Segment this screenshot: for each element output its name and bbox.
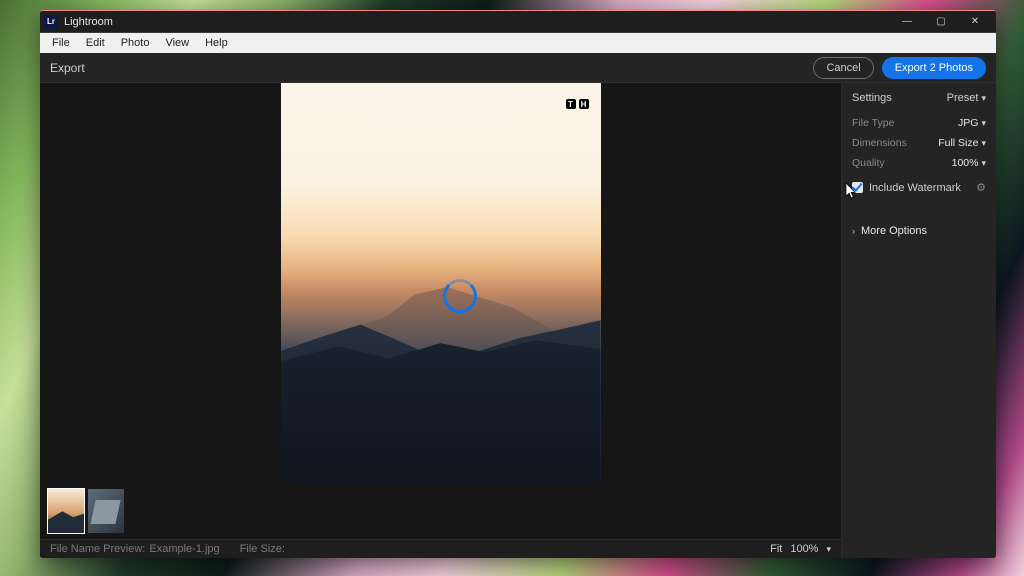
status-bar: File Name Preview: Example-1.jpg File Si… xyxy=(40,539,841,558)
chevron-down-icon: ▾ xyxy=(981,158,986,169)
menu-edit[interactable]: Edit xyxy=(78,35,113,51)
menu-photo[interactable]: Photo xyxy=(113,35,158,51)
app-title: Lightroom xyxy=(64,16,113,28)
filetype-label: File Type xyxy=(852,117,894,129)
filetype-value: JPG xyxy=(958,117,978,129)
watermark-chip-h: H xyxy=(579,99,589,109)
mountain-layer-front xyxy=(281,331,601,483)
loading-spinner-icon xyxy=(443,279,477,313)
preview-photo[interactable]: T H xyxy=(281,83,601,483)
include-watermark-checkbox[interactable] xyxy=(852,182,863,193)
quality-dropdown[interactable]: 100% ▾ xyxy=(952,157,986,169)
body-area: T H File Name xyxy=(40,83,996,558)
chevron-down-icon[interactable]: ▾ xyxy=(826,544,831,555)
settings-panel: Settings Preset ▾ File Type JPG ▾ Dimens… xyxy=(842,83,996,558)
app-icon: Lr xyxy=(44,15,58,29)
export-toolbar: Export Cancel Export 2 Photos xyxy=(40,53,996,83)
include-watermark-label: Include Watermark xyxy=(869,182,961,194)
quality-value: 100% xyxy=(952,157,979,169)
more-options-row[interactable]: › More Options xyxy=(842,216,996,246)
dimensions-label: Dimensions xyxy=(852,137,907,149)
menu-file[interactable]: File xyxy=(44,35,78,51)
menu-view[interactable]: View xyxy=(157,35,197,51)
gear-icon[interactable]: ⚙ xyxy=(976,181,986,194)
watermark-chip-t: T xyxy=(566,99,576,109)
export-button[interactable]: Export 2 Photos xyxy=(882,57,986,79)
desktop-background: Lr Lightroom — ▢ ✕ File Edit Photo View … xyxy=(0,0,1024,576)
close-button[interactable]: ✕ xyxy=(958,11,992,33)
cancel-button[interactable]: Cancel xyxy=(813,57,873,79)
filetype-dropdown[interactable]: JPG ▾ xyxy=(958,117,986,129)
title-bar: Lr Lightroom — ▢ ✕ xyxy=(40,11,996,33)
filename-preview-value: Example-1.jpg xyxy=(149,543,219,555)
zoom-value[interactable]: 100% xyxy=(790,543,818,555)
settings-header: Settings xyxy=(852,92,892,104)
window-controls: — ▢ ✕ xyxy=(890,11,992,33)
thumbnail-2[interactable] xyxy=(88,489,124,533)
chevron-down-icon: ▾ xyxy=(981,138,986,149)
thumbnail-1[interactable] xyxy=(48,489,84,533)
menu-help[interactable]: Help xyxy=(197,35,236,51)
minimize-button[interactable]: — xyxy=(890,11,924,33)
preset-label: Preset xyxy=(947,92,979,104)
quality-label: Quality xyxy=(852,157,885,169)
chevron-down-icon: ▾ xyxy=(981,93,986,104)
app-window: Lr Lightroom — ▢ ✕ File Edit Photo View … xyxy=(40,10,996,558)
dimensions-value: Full Size xyxy=(938,137,978,149)
filename-preview-label: File Name Preview: xyxy=(50,543,145,555)
preset-dropdown[interactable]: Preset ▾ xyxy=(947,92,986,104)
toolbar-title: Export xyxy=(50,61,85,75)
more-options-label: More Options xyxy=(861,225,927,237)
left-pane: T H File Name xyxy=(40,83,842,558)
chevron-down-icon: ▾ xyxy=(981,118,986,129)
menu-bar: File Edit Photo View Help xyxy=(40,33,996,53)
dimensions-dropdown[interactable]: Full Size ▾ xyxy=(938,137,986,149)
fit-label[interactable]: Fit xyxy=(770,543,782,555)
maximize-button[interactable]: ▢ xyxy=(924,11,958,33)
preview-area: T H xyxy=(40,83,841,483)
filesize-label: File Size: xyxy=(240,543,285,555)
filmstrip xyxy=(40,483,841,539)
chevron-right-icon: › xyxy=(852,226,855,236)
watermark-overlay: T H xyxy=(566,99,589,109)
